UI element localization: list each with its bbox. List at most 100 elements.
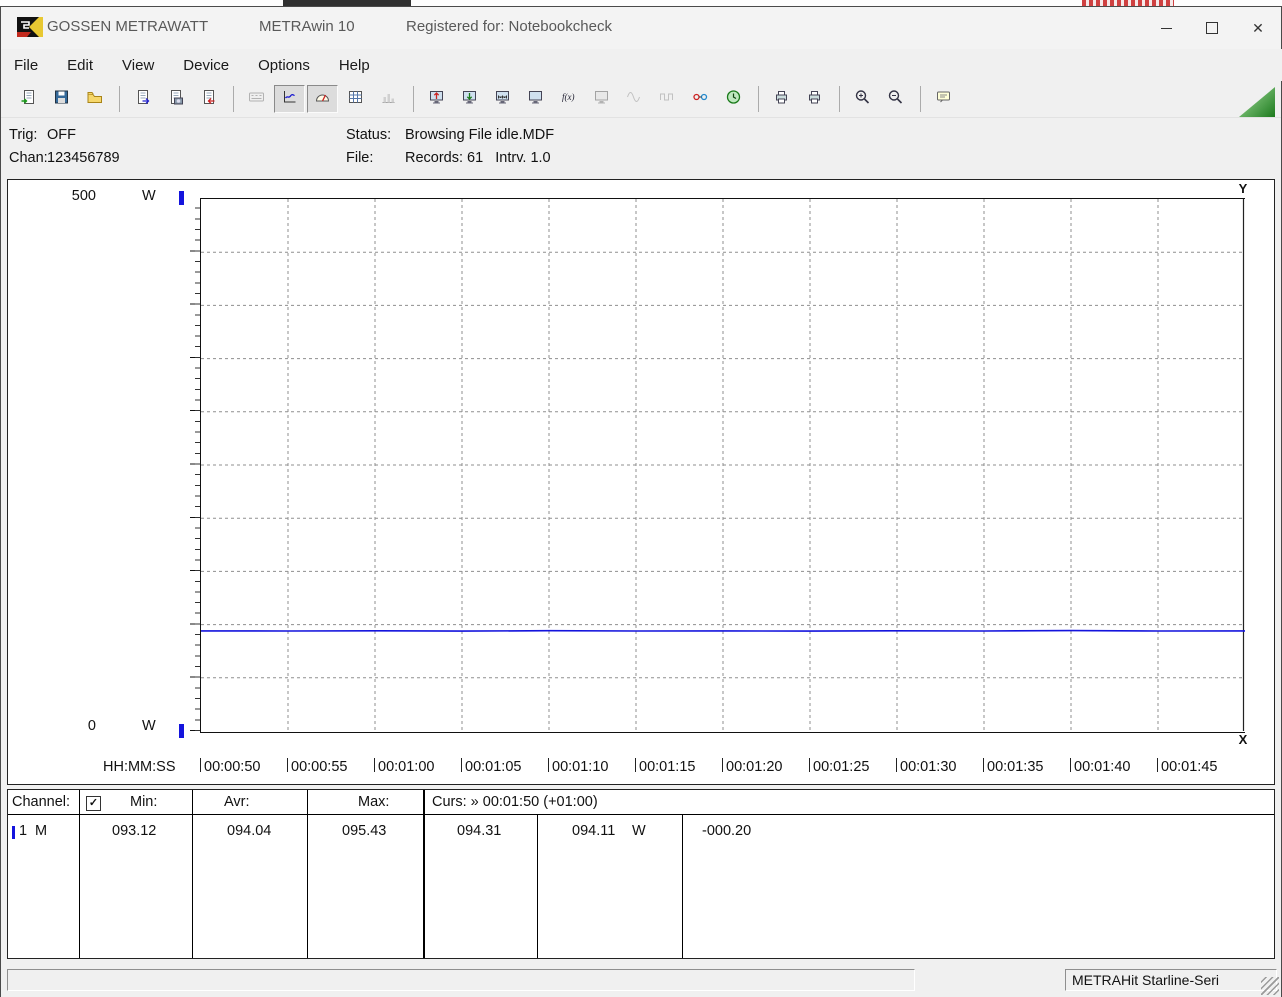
yt-chart-button[interactable] bbox=[274, 85, 305, 113]
y-axis-min-label: 0 bbox=[87, 718, 96, 734]
y-axis-max-label: 500 bbox=[71, 188, 96, 204]
menu-device[interactable]: Device bbox=[172, 53, 240, 78]
x-tick-mark bbox=[635, 758, 636, 772]
y-axis-unit-top: W bbox=[142, 188, 156, 204]
svg-text:f(x): f(x) bbox=[562, 92, 575, 102]
x-tick-mark bbox=[1157, 758, 1158, 772]
print-button[interactable] bbox=[766, 85, 797, 113]
channel1-axis-marker-top[interactable] bbox=[179, 191, 184, 205]
data-table-button[interactable] bbox=[340, 85, 371, 113]
yt-chart-icon bbox=[281, 89, 298, 110]
formula-button[interactable]: f(x) bbox=[553, 85, 584, 113]
open-file-icon bbox=[20, 89, 37, 110]
x-tick-mark bbox=[722, 758, 723, 772]
import-file-button[interactable] bbox=[193, 85, 224, 113]
status-value: Browsing File idle.MDF bbox=[405, 127, 555, 143]
trigger-link-icon bbox=[692, 89, 709, 110]
file-value: Records: 61 Intrv. 1.0 bbox=[405, 150, 551, 166]
send-settings-button[interactable] bbox=[421, 85, 452, 113]
y-axis-unit-bottom: W bbox=[142, 718, 156, 734]
histogram-icon bbox=[380, 89, 397, 110]
table-header-divider bbox=[8, 814, 1274, 815]
col-header-channel: Channel: bbox=[12, 794, 71, 810]
table-divider bbox=[192, 790, 193, 958]
menu-options[interactable]: Options bbox=[247, 53, 321, 78]
x-tick-mark bbox=[896, 758, 897, 772]
pc-transfer-button[interactable] bbox=[586, 85, 617, 113]
statusbar: METRAHit Starline-Seri bbox=[1, 963, 1281, 997]
close-button[interactable]: ✕ bbox=[1235, 7, 1281, 49]
open-folder-icon bbox=[86, 89, 103, 110]
cursor-handle-bottom[interactable]: X bbox=[1236, 732, 1250, 747]
channel-visibility-checkbox[interactable]: ✓ bbox=[86, 796, 101, 811]
print-icon bbox=[773, 89, 790, 110]
x-tick-label: 00:01:40 bbox=[1074, 759, 1131, 775]
open-folder-button[interactable] bbox=[79, 85, 110, 113]
x-tick-mark bbox=[1070, 758, 1071, 772]
maximize-icon bbox=[1206, 22, 1218, 34]
table-divider bbox=[79, 790, 80, 958]
snapshot-button[interactable] bbox=[160, 85, 191, 113]
close-icon: ✕ bbox=[1252, 20, 1264, 36]
export-file-button[interactable] bbox=[127, 85, 158, 113]
x-tick-mark bbox=[200, 758, 201, 772]
device-display-icon bbox=[527, 89, 544, 110]
chart-panel: 500 W 0 W Y X HH:MM:SS 00:00:50 00:00:55 0… bbox=[7, 179, 1275, 785]
send-settings-icon bbox=[428, 89, 445, 110]
row-cursor-b-value: 094.11 bbox=[572, 823, 616, 839]
zoom-out-button[interactable] bbox=[880, 85, 911, 113]
open-file-button[interactable] bbox=[13, 85, 44, 113]
menu-view[interactable]: View bbox=[111, 53, 165, 78]
cursor-handle-top[interactable]: Y bbox=[1236, 181, 1250, 196]
menu-file[interactable]: File bbox=[3, 53, 49, 78]
maximize-button[interactable] bbox=[1189, 7, 1235, 49]
x-tick-mark bbox=[548, 758, 549, 772]
row-delta-value: -000.20 bbox=[702, 823, 752, 839]
histogram-button[interactable] bbox=[373, 85, 404, 113]
channel1-color-bar bbox=[12, 826, 15, 839]
metrawin-window: GOSSEN METRAWATT METRAwin 10 Registered … bbox=[0, 6, 1282, 997]
row-cursor-a-value: 094.31 bbox=[457, 823, 502, 839]
row-avr-value: 094.04 bbox=[227, 823, 272, 839]
menu-help[interactable]: Help bbox=[328, 53, 381, 78]
annotation-button[interactable] bbox=[928, 85, 959, 113]
trigger-link-button[interactable] bbox=[685, 85, 716, 113]
cursor-table: Channel: ✓ Min: Avr: Max: Curs: » 00:01:… bbox=[7, 789, 1275, 959]
x-tick-label: 00:01:30 bbox=[900, 759, 957, 775]
channel1-axis-marker-bottom[interactable] bbox=[179, 724, 184, 738]
file-label: File: bbox=[346, 150, 374, 166]
device-display-button[interactable] bbox=[520, 85, 551, 113]
pc-transfer-icon bbox=[593, 89, 610, 110]
start-recording-button[interactable] bbox=[718, 85, 749, 113]
x-tick-label: 00:00:55 bbox=[291, 759, 348, 775]
chan-value: 123456789 bbox=[47, 150, 120, 166]
menu-edit[interactable]: Edit bbox=[56, 53, 104, 78]
col-header-min: Min: bbox=[130, 794, 158, 810]
save-file-button[interactable] bbox=[46, 85, 77, 113]
wave-low-button[interactable] bbox=[619, 85, 650, 113]
numeric-display-icon bbox=[248, 89, 265, 110]
numeric-display-button[interactable] bbox=[241, 85, 272, 113]
table-divider bbox=[307, 790, 308, 958]
annotation-icon bbox=[935, 89, 952, 110]
status-label: Status: bbox=[346, 127, 392, 143]
wave-high-button[interactable] bbox=[652, 85, 683, 113]
zoom-in-button[interactable] bbox=[847, 85, 878, 113]
save-file-icon bbox=[53, 89, 70, 110]
cursor-line[interactable] bbox=[1241, 198, 1245, 731]
analog-meter-button[interactable] bbox=[307, 85, 338, 113]
print-setup-button[interactable] bbox=[799, 85, 830, 113]
titlebar: GOSSEN METRAWATT METRAwin 10 Registered … bbox=[1, 7, 1281, 49]
col-header-max: Max: bbox=[358, 794, 390, 810]
read-settings-button[interactable] bbox=[454, 85, 485, 113]
table-divider-thick bbox=[423, 790, 425, 958]
x-tick-label: 00:01:25 bbox=[813, 759, 870, 775]
toolbar-separator bbox=[758, 86, 759, 112]
col-header-cursor: Curs: » 00:01:50 (+01:00) bbox=[432, 794, 598, 810]
minimize-button[interactable] bbox=[1143, 7, 1189, 49]
x-tick-label: 00:01:15 bbox=[639, 759, 696, 775]
row-max-value: 095.43 bbox=[342, 823, 387, 839]
resize-grip[interactable] bbox=[1261, 977, 1279, 995]
scale-settings-button[interactable] bbox=[487, 85, 518, 113]
toolbar-separator bbox=[839, 86, 840, 112]
